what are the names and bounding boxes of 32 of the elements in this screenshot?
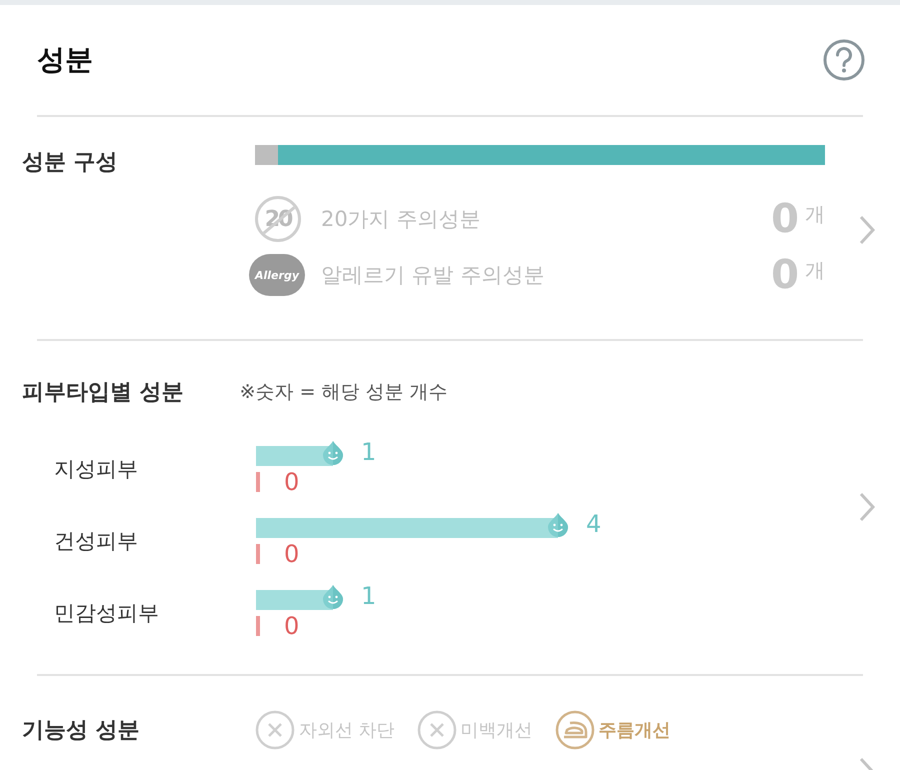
section-label: 피부타입별 성분 <box>22 379 184 407</box>
caution-ingredient-bar <box>256 544 260 564</box>
smiling-drop-icon <box>546 512 570 538</box>
caution-count: 0 <box>284 540 300 568</box>
skin-type-label: 건성피부 <box>53 528 139 555</box>
help-icon[interactable] <box>822 38 866 82</box>
skin-type-label: 민감성피부 <box>53 600 160 627</box>
section-title: 성분 <box>37 42 93 78</box>
function-label: 미백개선 <box>460 719 533 742</box>
caution-count: 0 <box>284 468 300 496</box>
count-unit: 개 <box>805 201 825 228</box>
section-label: 성분 구성 <box>22 149 119 177</box>
function-label: 주름개선 <box>598 719 671 742</box>
function-label: 자외선 차단 <box>299 719 395 742</box>
caution-count: 0 <box>284 612 300 640</box>
allergy-cloud-icon: Allergy <box>249 254 305 296</box>
caution-label: 알레르기 유발 주의성분 <box>321 262 546 289</box>
count-unit: 개 <box>805 257 825 284</box>
good-count: 1 <box>361 582 376 610</box>
caution-ingredient-bar <box>256 616 260 636</box>
smiling-drop-icon <box>321 584 345 610</box>
note-text: ※숫자 = 해당 성분 개수 <box>240 380 448 405</box>
smiling-drop-icon <box>321 440 345 466</box>
chevron-right-icon[interactable] <box>858 756 876 770</box>
chevron-right-icon[interactable] <box>858 491 876 523</box>
caution-label: 20가지 주의성분 <box>321 206 482 233</box>
caution-ingredient-bar <box>256 472 260 492</box>
section-label: 기능성 성분 <box>22 717 141 745</box>
chevron-right-icon[interactable] <box>858 214 876 246</box>
good-count: 1 <box>361 438 376 466</box>
skin-type-label: 지성피부 <box>53 456 139 483</box>
good-count: 4 <box>586 510 602 538</box>
